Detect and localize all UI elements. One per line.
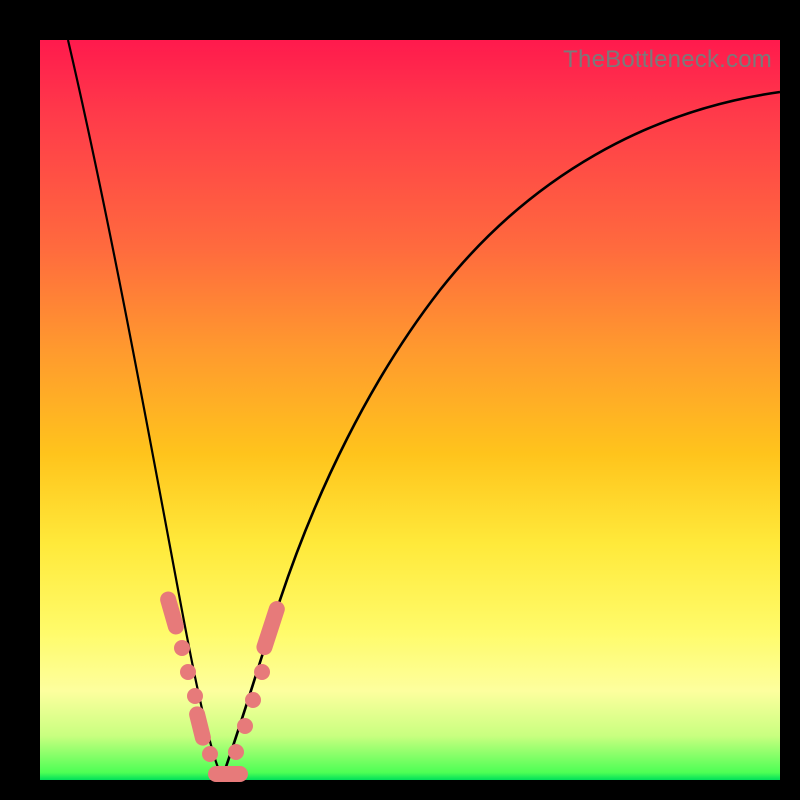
marker-dot [180,664,196,680]
marker-dot [228,744,244,760]
curve-layer [40,40,780,780]
plot-area: TheBottleneck.com [40,40,780,780]
marker-pill-left-lower [187,705,212,748]
right-curve [222,92,780,778]
marker-dot [237,718,253,734]
chart-frame: TheBottleneck.com [0,0,800,800]
marker-dot [187,688,203,704]
left-curve [68,40,222,778]
marker-dot [254,664,270,680]
marker-pill-right [254,599,287,657]
marker-dot [202,746,218,762]
marker-dot [245,692,261,708]
marker-pill-bottom [208,766,248,782]
marker-dot [174,640,190,656]
